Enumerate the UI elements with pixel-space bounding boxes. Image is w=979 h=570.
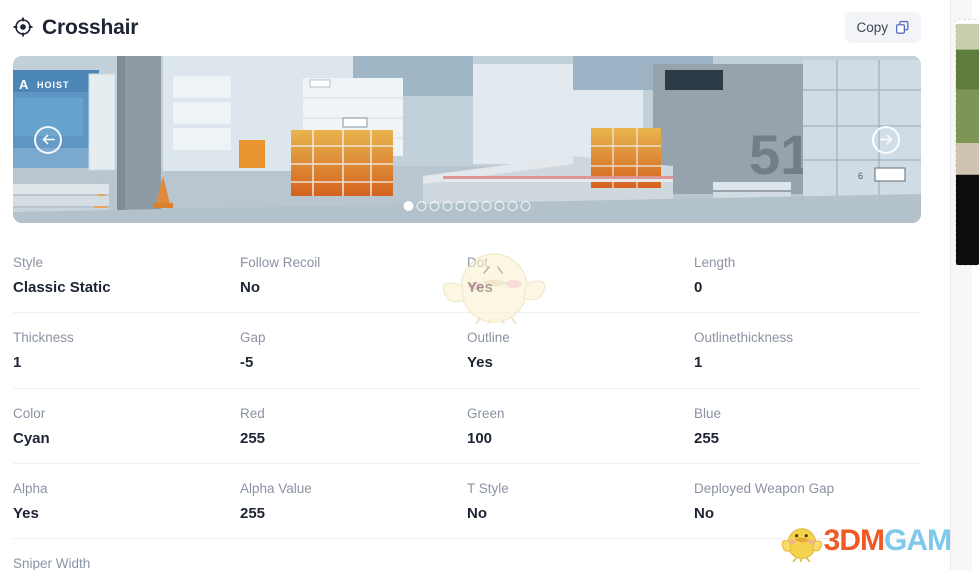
property-cell: Outlinethickness 1 [694, 330, 921, 372]
property-value: Yes [467, 354, 493, 372]
property-label: Thickness [13, 330, 74, 346]
property-cell: Outline Yes [467, 330, 694, 372]
property-cell: Thickness 1 [13, 330, 240, 372]
property-cell: Deployed Weapon Gap No [694, 481, 921, 522]
property-value: 100 [467, 429, 493, 447]
carousel-dot[interactable] [442, 201, 453, 211]
carousel-dot[interactable] [429, 201, 440, 211]
property-row: Color Cyan Red 255 Green 100 Blue 255 [13, 389, 921, 465]
svg-text:51: 51 [749, 123, 811, 186]
property-label: Green [467, 405, 505, 421]
property-value: 255 [240, 429, 266, 447]
property-cell: Red 255 [240, 405, 467, 447]
property-row: Thickness 1 Gap -5 Outline Yes Outlinethicknes… [13, 313, 921, 389]
carousel-dot[interactable] [468, 201, 479, 211]
crosshair-properties-grid: Style Classic Static Follow Recoil No Dot Yes… [13, 238, 921, 570]
page-header: Crosshair Copy [0, 0, 935, 54]
screenshot-carousel[interactable]: A HOIST 51 6 [13, 56, 921, 223]
property-label: Red [240, 405, 265, 421]
title-group: Crosshair [13, 17, 138, 38]
carousel-dot[interactable] [507, 201, 518, 211]
property-label: Outline [467, 330, 510, 346]
property-value: No [694, 504, 714, 522]
property-label: Alpha Value [240, 481, 312, 497]
property-row: Alpha Yes Alpha Value 255 T Style No Deployed … [13, 464, 921, 540]
property-label: Dot [467, 255, 489, 270]
property-cell: Follow Recoil No [240, 255, 467, 296]
property-value: -5 [240, 354, 254, 372]
copy-button[interactable]: Copy [845, 11, 921, 43]
svg-text:6: 6 [858, 171, 863, 181]
property-label: T Style [467, 481, 509, 497]
carousel-next-button[interactable] [872, 125, 900, 154]
right-rail [950, 0, 979, 570]
property-row: Style Classic Static Follow Recoil No Dot Yes… [13, 238, 921, 314]
app-root: Crosshair Copy A HOIST 51 6 Style Classi… [0, 0, 979, 570]
property-value: No [240, 278, 260, 296]
property-cell: Green 100 [467, 405, 694, 447]
property-value: 1 [13, 354, 22, 372]
copy-icon [895, 20, 910, 35]
property-cell: Gap -5 [240, 330, 467, 372]
property-cell: Blue 255 [694, 405, 921, 447]
carousel-dot[interactable] [481, 201, 492, 211]
property-label: Follow Recoil [240, 255, 321, 270]
property-cell: Alpha Yes [13, 481, 240, 522]
carousel-dot[interactable] [416, 201, 427, 211]
property-label: Outlinethickness [694, 330, 794, 346]
carousel-dot[interactable] [403, 201, 414, 211]
property-value: 255 [694, 429, 720, 447]
property-label: Color [13, 405, 46, 421]
svg-text:A: A [19, 77, 29, 92]
property-label: Blue [694, 405, 722, 421]
property-value: 255 [240, 504, 266, 522]
property-value: No [467, 504, 487, 522]
carousel-dot[interactable] [455, 201, 466, 211]
property-cell: Alpha Value 255 [240, 481, 467, 522]
arrow-right-icon [879, 132, 894, 147]
property-label: Deployed Weapon Gap [694, 481, 835, 497]
property-value: Cyan [13, 429, 50, 447]
rail-thumbnail-card[interactable] [955, 19, 979, 266]
copy-button-label: Copy [856, 19, 888, 35]
property-label: Gap [240, 330, 266, 346]
crosshair-icon [13, 17, 33, 37]
property-cell: T Style No [467, 481, 694, 522]
property-label: Style [13, 255, 44, 270]
property-value: 1 [694, 354, 703, 372]
page-title: Crosshair [42, 15, 139, 39]
property-label: Length [694, 255, 736, 270]
carousel-dot[interactable] [494, 201, 505, 211]
property-cell: Style Classic Static [13, 255, 240, 296]
carousel-prev-button[interactable] [34, 125, 62, 154]
property-cell: Length 0 [694, 255, 921, 296]
property-cell: Sniper Width0 [13, 557, 240, 570]
property-label: Alpha [13, 481, 48, 497]
property-value: Yes [467, 278, 493, 296]
property-label: Sniper Width [13, 556, 91, 570]
map-screenshot: A HOIST 51 6 [13, 56, 921, 223]
property-cell: Color Cyan [13, 405, 240, 447]
property-row: Sniper Width0 [13, 539, 921, 570]
property-value: Classic Static [13, 278, 111, 296]
property-cell: Dot Yes [467, 255, 694, 296]
property-value: Yes [13, 504, 39, 522]
arrow-left-icon [41, 132, 56, 147]
carousel-pagination[interactable] [403, 201, 531, 211]
property-value: 0 [694, 278, 703, 296]
carousel-dot[interactable] [520, 201, 531, 211]
svg-text:HOIST: HOIST [37, 80, 70, 90]
